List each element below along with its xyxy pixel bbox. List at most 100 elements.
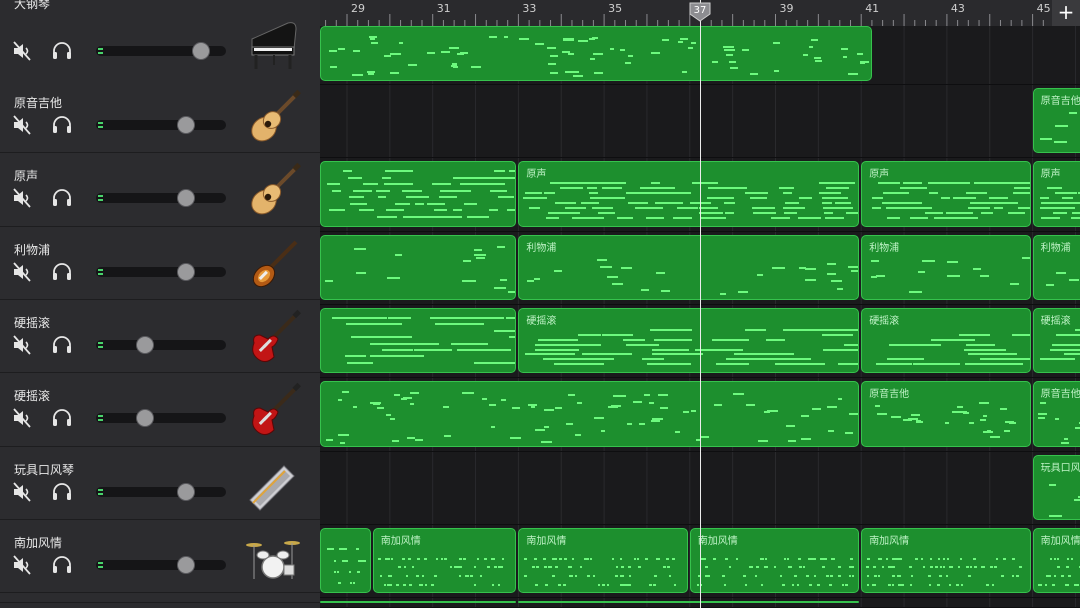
midi-region[interactable] [320,161,517,227]
mute-button-icon[interactable] [11,481,33,503]
track-header[interactable]: 原声 [0,153,320,227]
midi-note [462,279,477,282]
midi-region[interactable] [320,601,517,603]
midi-region[interactable]: 硬摇滚 [1032,308,1080,373]
violin-bass-icon[interactable] [244,236,302,294]
headphones-solo-icon[interactable] [51,40,73,62]
midi-note [571,557,575,560]
volume-slider[interactable] [96,189,226,207]
region-name: 南加风情 [697,536,738,547]
midi-note [843,56,848,59]
volume-slider[interactable] [96,556,226,574]
headphones-solo-icon[interactable] [51,554,73,576]
midi-region[interactable] [320,308,517,373]
volume-slider[interactable] [96,483,226,501]
midi-region[interactable]: 原音吉他 [861,381,1031,447]
midi-note [848,73,858,75]
track-header[interactable]: 大钢琴 [0,0,320,85]
harmonica-icon[interactable] [244,456,302,514]
volume-slider[interactable] [96,263,226,281]
midi-note [1039,137,1053,140]
grand-piano-icon[interactable] [244,17,302,75]
midi-note [488,403,496,406]
mute-button-icon[interactable] [11,40,33,62]
midi-note [1065,566,1069,569]
mute-button-icon[interactable] [11,187,33,209]
volume-knob[interactable] [177,263,195,281]
headphones-solo-icon[interactable] [51,114,73,136]
midi-region[interactable]: 原音吉他 [1032,381,1080,447]
midi-region[interactable]: 硬摇滚 [861,308,1031,373]
drum-kit-icon[interactable] [244,529,302,587]
mute-button-icon[interactable] [11,407,33,429]
volume-knob[interactable] [177,483,195,501]
midi-note [390,71,399,74]
headphones-solo-icon[interactable] [51,187,73,209]
midi-region[interactable]: 原声 [518,161,860,227]
volume-knob[interactable] [177,116,195,134]
midi-note [393,336,413,339]
electric-guitar-icon[interactable] [244,382,302,440]
playhead-line[interactable] [700,0,701,608]
headphones-solo-icon[interactable] [51,261,73,283]
track-header[interactable]: 南加风情 [0,520,320,593]
midi-region[interactable]: 硬摇滚 [518,308,860,373]
midi-note [652,348,675,351]
track-header[interactable]: 利物浦 [0,227,320,300]
midi-region[interactable]: 南加风情 [689,528,860,593]
midi-region[interactable] [320,528,371,593]
midi-note [474,254,486,257]
midi-region[interactable] [320,235,517,300]
midi-region[interactable] [518,601,860,603]
mute-button-icon[interactable] [11,334,33,356]
track-header[interactable]: 玩具口风琴 [0,447,320,520]
midi-region[interactable]: 南加风情 [372,528,517,593]
midi-region[interactable] [320,26,873,81]
mute-button-icon[interactable] [11,554,33,576]
midi-region[interactable]: 利物浦 [518,235,860,300]
volume-slider[interactable] [96,336,226,354]
headphones-solo-icon[interactable] [51,407,73,429]
midi-note [615,566,619,569]
headphones-solo-icon[interactable] [51,481,73,503]
headphones-solo-icon[interactable] [51,334,73,356]
midi-region[interactable]: 原声 [861,161,1031,227]
midi-note [1050,348,1080,351]
midi-note [377,196,386,198]
track-header[interactable]: 硬摇滚 [0,373,320,447]
volume-knob[interactable] [136,409,154,427]
electric-guitar-icon[interactable] [244,309,302,367]
midi-region[interactable]: 南加风情 [518,528,688,593]
acoustic-guitar-icon[interactable] [244,89,302,147]
midi-region[interactable]: 利物浦 [861,235,1031,300]
track-header[interactable] [0,593,320,603]
midi-note [662,38,669,41]
midi-note [414,439,424,442]
mute-button-icon[interactable] [11,261,33,283]
midi-region[interactable] [320,381,860,447]
volume-knob[interactable] [192,42,210,60]
track-header[interactable]: 硬摇滚 [0,300,320,373]
acoustic-guitar-icon[interactable] [244,162,302,220]
midi-region[interactable]: 原音吉他 [1032,88,1080,153]
midi-note [959,333,990,336]
midi-region[interactable]: 原声 [1032,161,1080,227]
midi-region[interactable]: 利物浦 [1032,235,1080,300]
midi-note [494,566,497,569]
add-track-button[interactable]: + [1052,0,1080,26]
midi-note [568,53,575,55]
volume-knob[interactable] [177,189,195,207]
playhead-handle-icon[interactable]: 37 [688,2,712,22]
volume-slider[interactable] [96,42,226,60]
volume-slider[interactable] [96,409,226,427]
mute-button-icon[interactable] [11,114,33,136]
midi-region[interactable]: 玩具口风 [1032,455,1080,520]
midi-region[interactable]: 南加风情 [1032,528,1080,593]
midi-note [594,72,604,75]
volume-knob[interactable] [136,336,154,354]
track-header[interactable]: 原音吉他 [0,80,320,153]
midi-region[interactable]: 南加风情 [861,528,1031,593]
volume-knob[interactable] [177,556,195,574]
volume-slider[interactable] [96,116,226,134]
midi-note [377,215,390,218]
